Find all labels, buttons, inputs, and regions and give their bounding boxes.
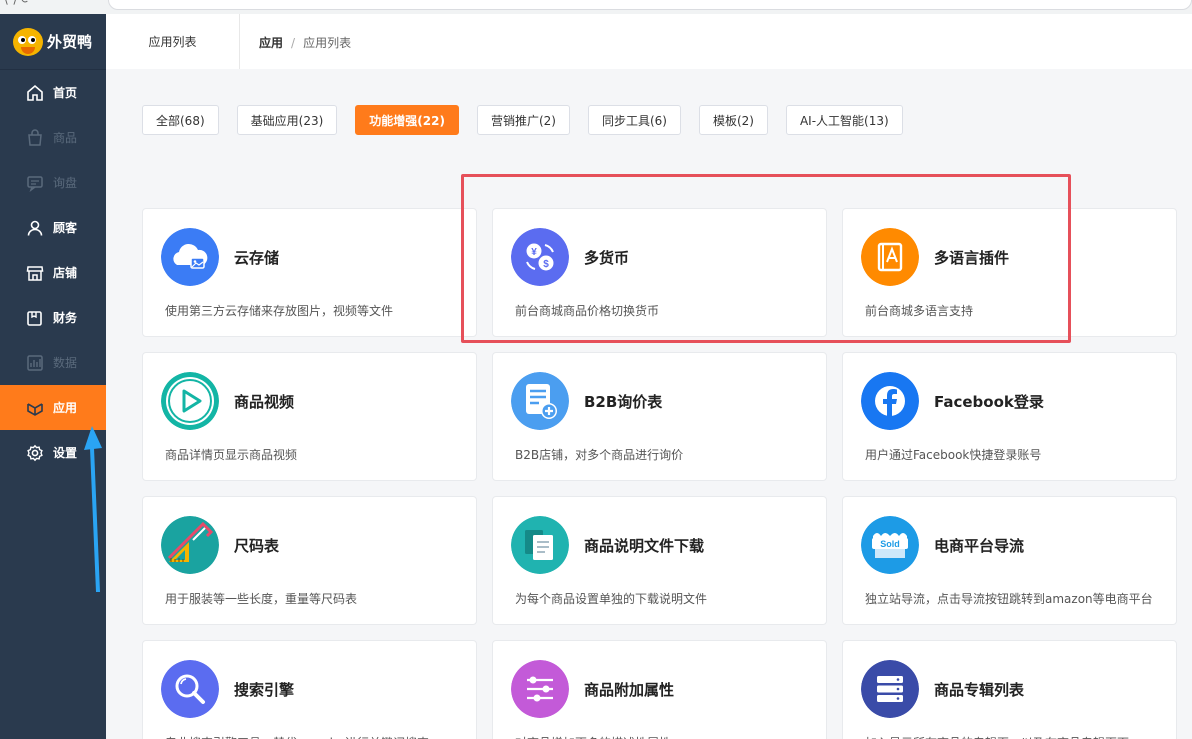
app-title: 商品专辑列表 <box>934 681 1025 699</box>
svg-text:Sold: Sold <box>880 539 900 549</box>
currency-icon: ¥ $ <box>511 228 569 286</box>
svg-text:¥: ¥ <box>531 247 537 258</box>
apps-icon <box>26 399 44 417</box>
app-grid: 云存储 使用第三方云存储来存放图片，视频等文件 ¥ $ 多货币 前台商城商品价格切换货币多… <box>142 208 1177 739</box>
browser-toolbar: ⟨ ⟩ ⟳ <box>0 0 1192 14</box>
wallet-icon <box>26 309 44 327</box>
app-card[interactable]: 商品说明文件下载为每个商品设置单独的下载说明文件 <box>492 496 827 625</box>
chart-icon <box>26 354 44 372</box>
filter-button[interactable]: 功能增强(22) <box>355 105 459 135</box>
app-card[interactable]: 尺码表用于服装等一些长度，重量等尺码表 <box>142 496 477 625</box>
tab-app-list[interactable]: 应用列表 <box>106 14 240 69</box>
sliders-icon <box>511 660 569 718</box>
app-description: 专业搜索引擎工具，替代mysql，进行关键词搜索 <box>165 734 462 739</box>
cloud-storage-icon <box>161 228 219 286</box>
top-bar: 应用列表 应用 / 应用列表 <box>106 14 1192 69</box>
app-card[interactable]: 商品专辑列表加入显示所有商品的专辑页，以及在商品专辑页面 <box>842 640 1177 739</box>
sidebar-item-label: 店铺 <box>53 266 78 280</box>
app-card[interactable]: Sold 电商平台导流独立站导流，点击导流按钮跳转到amazon等电商平台 <box>842 496 1177 625</box>
sidebar-item-label: 首页 <box>53 86 78 100</box>
app-card[interactable]: 商品附加属性对商品增加更多的描述性属性 <box>492 640 827 739</box>
filter-button[interactable]: 模板(2) <box>698 105 768 135</box>
app-card[interactable]: B2B询价表 B2B店铺，对多个商品进行询价 <box>492 352 827 481</box>
facebook-icon <box>861 372 919 430</box>
app-description: 加入显示所有商品的专辑页，以及在商品专辑页面 <box>865 734 1162 739</box>
app-title: 尺码表 <box>234 537 280 555</box>
sidebar-item-store[interactable]: 店铺 <box>0 250 106 295</box>
sidebar-item-wallet[interactable]: 财务 <box>0 295 106 340</box>
sidebar-item-gear[interactable]: 设置 <box>0 430 106 475</box>
app-description: 对商品增加更多的描述性属性 <box>515 734 812 739</box>
address-bar[interactable] <box>108 0 1192 10</box>
filter-button[interactable]: AI-人工智能(13) <box>785 105 903 135</box>
filter-button[interactable]: 全部(68) <box>142 105 219 135</box>
sidebar-item-home[interactable]: 首页 <box>0 70 106 115</box>
app-description: 前台商城多语言支持 <box>865 304 974 318</box>
app-card[interactable]: 云存储使用第三方云存储来存放图片，视频等文件 <box>142 208 477 337</box>
ruler-icon <box>161 516 219 574</box>
sidebar-item-label: 应用 <box>53 401 78 415</box>
app-title: 多语言插件 <box>934 249 1010 267</box>
app-card[interactable]: 搜索引擎专业搜索引擎工具，替代mysql，进行关键词搜索 <box>142 640 477 739</box>
sidebar-item-label: 顾客 <box>53 221 78 235</box>
search-icon <box>161 660 219 718</box>
app-description: B2B店铺，对多个商品进行询价 <box>515 448 684 462</box>
app-description: 前台商城商品价格切换货币 <box>515 304 660 318</box>
browser-nav-icons[interactable]: ⟨ ⟩ ⟳ <box>4 0 31 6</box>
sidebar-menu: 首页商品询盘顾客店铺财务数据应用设置 <box>0 70 106 475</box>
sidebar-item-label: 数据 <box>53 356 78 370</box>
app-title: B2B询价表 <box>584 393 663 411</box>
bag-icon <box>26 128 44 147</box>
breadcrumb: 应用 / 应用列表 <box>259 36 352 50</box>
store-icon <box>26 264 44 282</box>
app-card[interactable]: ¥ $ 多货币 前台商城商品价格切换货币 <box>492 208 827 337</box>
app-title: 商品附加属性 <box>584 681 675 699</box>
sidebar-item-bag[interactable]: 商品 <box>0 115 106 160</box>
sidebar-item-chart[interactable]: 数据 <box>0 340 106 385</box>
app-title: 搜索引擎 <box>234 681 295 699</box>
sidebar: 外贸鸭 首页商品询盘顾客店铺财务数据应用设置 <box>0 14 106 739</box>
app-description: 使用第三方云存储来存放图片，视频等文件 <box>165 304 394 318</box>
filter-button[interactable]: 营销推广(2) <box>476 105 570 135</box>
sidebar-item-label: 询盘 <box>53 176 78 190</box>
sidebar-item-message[interactable]: 询盘 <box>0 160 106 205</box>
sidebar-item-label: 设置 <box>53 446 78 460</box>
brand-name: 外贸鸭 <box>47 33 93 51</box>
play-icon <box>161 372 219 430</box>
user-icon <box>26 219 44 237</box>
document-icon <box>511 516 569 574</box>
app-description: 用户通过Facebook快捷登录账号 <box>865 448 1042 462</box>
app-description: 为每个商品设置单独的下载说明文件 <box>515 592 708 606</box>
sidebar-item-user[interactable]: 顾客 <box>0 205 106 250</box>
filter-button[interactable]: 同步工具(6) <box>587 105 681 135</box>
app-title: 商品说明文件下载 <box>584 537 705 555</box>
home-icon <box>26 84 44 102</box>
sidebar-item-label: 商品 <box>53 131 78 145</box>
category-filters: 全部(68) 基础应用(23) 功能增强(22) 营销推广(2) 同步工具(6) 模板(2… <box>142 105 903 135</box>
inquiry-form-icon <box>511 372 569 430</box>
breadcrumb-current: 应用列表 <box>303 36 352 50</box>
server-list-icon <box>861 660 919 718</box>
app-card[interactable]: Facebook登录用户通过Facebook快捷登录账号 <box>842 352 1177 481</box>
app-title: 多货币 <box>584 249 630 267</box>
message-icon <box>26 174 44 192</box>
language-icon <box>861 228 919 286</box>
filter-button[interactable]: 基础应用(23) <box>236 105 338 135</box>
app-title: 云存储 <box>234 249 280 267</box>
app-title: 电商平台导流 <box>934 537 1025 555</box>
brand-logo[interactable]: 外贸鸭 <box>0 14 106 70</box>
sold-store-icon: Sold <box>861 516 919 574</box>
app-title: Facebook登录 <box>934 393 1044 411</box>
svg-text:$: $ <box>543 259 549 270</box>
app-card[interactable]: 商品视频商品详情页显示商品视频 <box>142 352 477 481</box>
gear-icon <box>26 444 44 462</box>
app-card[interactable]: 多语言插件前台商城多语言支持 <box>842 208 1177 337</box>
sidebar-item-label: 财务 <box>53 311 78 325</box>
app-description: 独立站导流，点击导流按钮跳转到amazon等电商平台 <box>865 592 1153 606</box>
app-title: 商品视频 <box>234 393 295 411</box>
sidebar-item-apps[interactable]: 应用 <box>0 385 106 430</box>
app-description: 用于服装等一些长度，重量等尺码表 <box>165 592 358 606</box>
app-description: 商品详情页显示商品视频 <box>165 448 298 462</box>
breadcrumb-root[interactable]: 应用 <box>259 36 283 50</box>
